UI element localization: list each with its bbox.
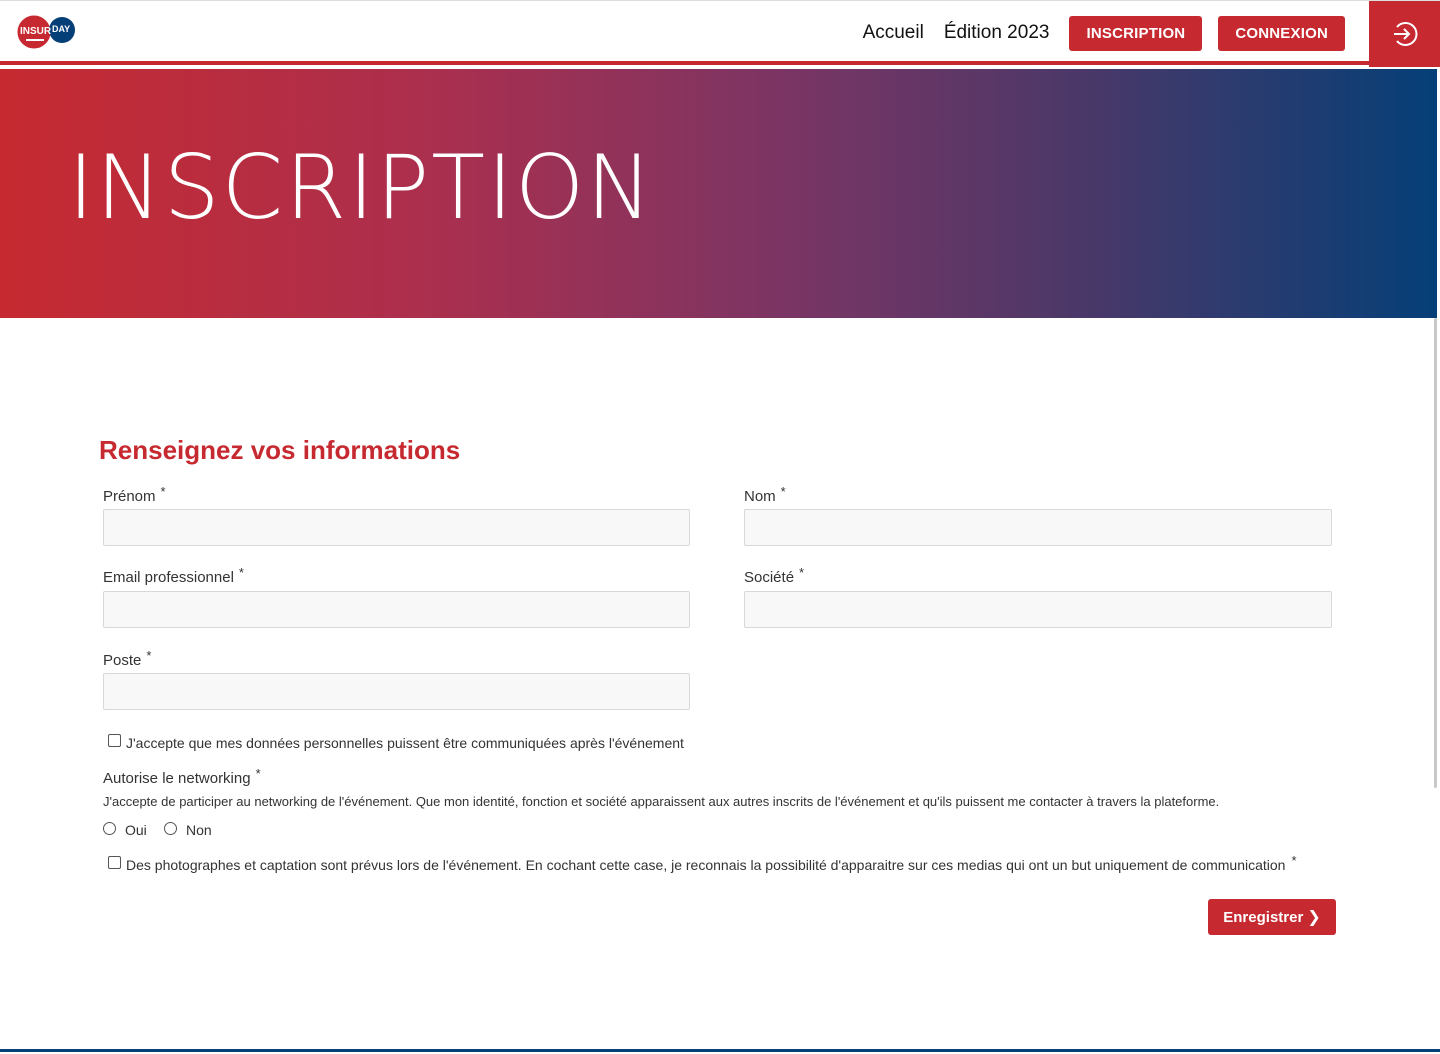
consent-data-checkbox[interactable] bbox=[108, 734, 121, 747]
scrollbar[interactable] bbox=[1434, 318, 1437, 788]
last-name-field[interactable] bbox=[744, 509, 1332, 546]
form-title: Renseignez vos informations bbox=[99, 435, 461, 465]
top-navbar: INSUR DAY Accueil Édition 2023 INSCRIPTI… bbox=[0, 0, 1440, 67]
logo-word-insur: INSUR bbox=[20, 26, 52, 37]
networking-no-label: Non bbox=[186, 822, 212, 838]
email-field[interactable] bbox=[103, 591, 690, 628]
position-field[interactable] bbox=[103, 673, 690, 710]
nav-edition-link[interactable]: Édition 2023 bbox=[944, 15, 1050, 51]
networking-yes-label: Oui bbox=[125, 822, 147, 838]
email-label: Email professionnel * bbox=[103, 565, 244, 586]
required-mark: * bbox=[1291, 853, 1297, 868]
position-label: Poste * bbox=[103, 648, 152, 669]
submit-button-label: Enregistrer bbox=[1223, 908, 1304, 926]
required-mark: * bbox=[238, 565, 244, 580]
required-mark: * bbox=[255, 766, 261, 781]
nav-home-link[interactable]: Accueil bbox=[863, 15, 924, 51]
hero-banner: INSCRIPTION bbox=[0, 69, 1437, 318]
required-mark: * bbox=[799, 565, 805, 580]
register-button[interactable]: INSCRIPTION bbox=[1069, 15, 1203, 51]
insurday-logo[interactable]: INSUR DAY bbox=[16, 14, 78, 50]
required-mark: * bbox=[160, 484, 166, 499]
login-button[interactable]: CONNEXION bbox=[1218, 15, 1345, 51]
login-icon-button[interactable] bbox=[1369, 1, 1440, 67]
consent-photo-label: Des photographes et captation sont prévu… bbox=[126, 853, 1297, 873]
networking-label: Autorise le networking * bbox=[103, 766, 261, 787]
footer-divider bbox=[0, 1049, 1440, 1052]
networking-no-radio[interactable] bbox=[164, 822, 177, 835]
networking-description: J'accepte de participer au networking de… bbox=[103, 794, 1220, 809]
first-name-field[interactable] bbox=[103, 509, 690, 546]
consent-photo-checkbox[interactable] bbox=[108, 856, 121, 869]
submit-button[interactable]: Enregistrer ❯ bbox=[1208, 899, 1336, 935]
logo-word-day: DAY bbox=[52, 24, 70, 34]
chevron-right-icon: ❯ bbox=[1307, 909, 1321, 926]
required-mark: * bbox=[146, 648, 152, 663]
networking-yes-radio[interactable] bbox=[103, 822, 116, 835]
login-arrow-icon bbox=[1393, 22, 1417, 46]
company-field[interactable] bbox=[744, 591, 1332, 628]
required-mark: * bbox=[780, 484, 786, 499]
first-name-label: Prénom * bbox=[103, 484, 166, 505]
consent-data-label: J'accepte que mes données personnelles p… bbox=[126, 735, 684, 751]
company-label: Société * bbox=[744, 565, 805, 586]
main-nav: Accueil Édition 2023 INSCRIPTION CONNEXI… bbox=[863, 15, 1345, 51]
last-name-label: Nom * bbox=[744, 484, 786, 505]
page-title: INSCRIPTION bbox=[68, 136, 655, 239]
